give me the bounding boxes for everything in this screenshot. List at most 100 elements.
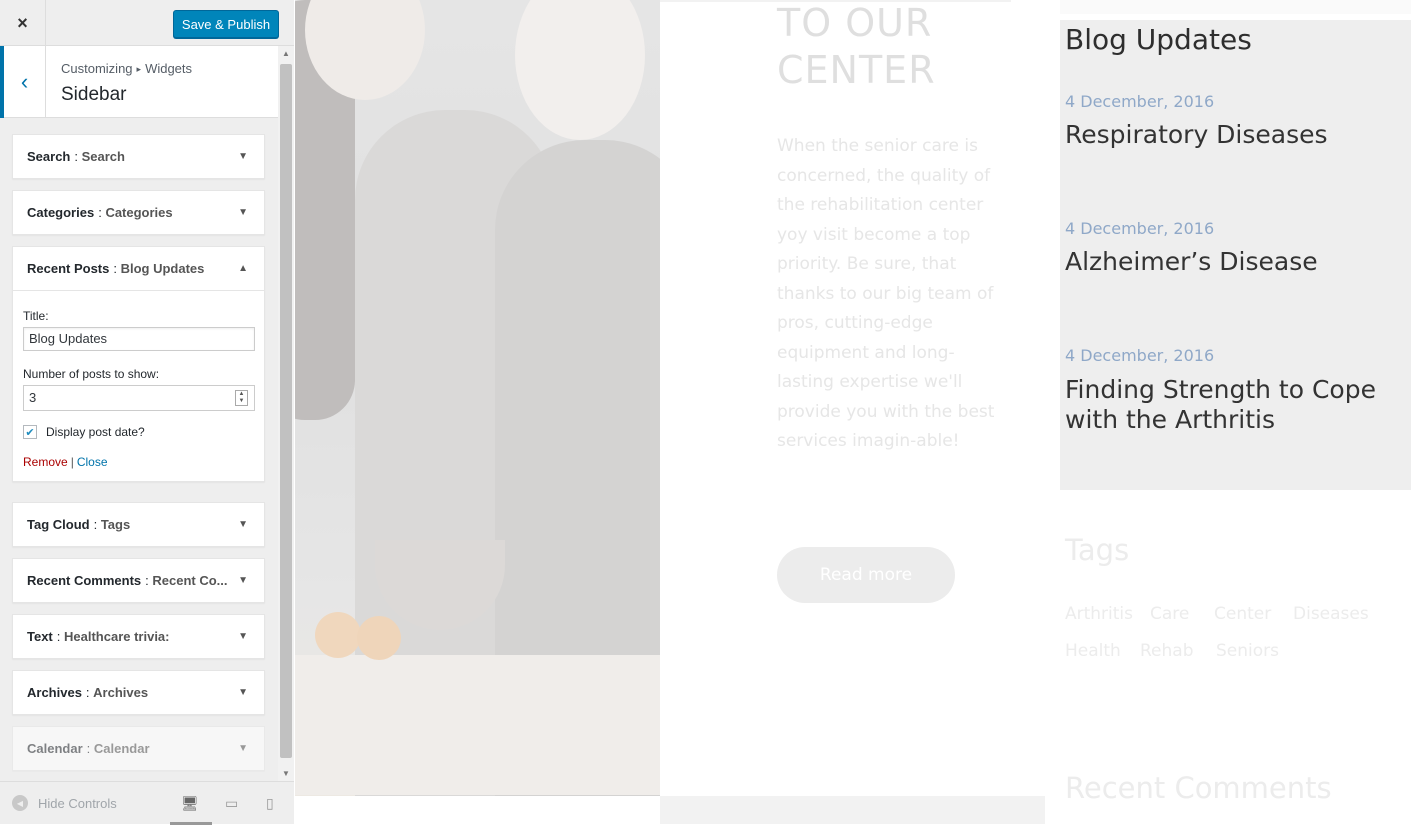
widget-header[interactable]: Recent Comments: Recent Co... ▼ <box>13 559 264 602</box>
collapse-arrow-icon[interactable]: ▲ <box>238 263 248 274</box>
widget-header[interactable]: Search: Search ▼ <box>13 135 264 178</box>
widget-instance-title: Healthcare trivia: <box>64 629 170 644</box>
widget-recent-comments[interactable]: Recent Comments: Recent Co... ▼ <box>12 558 265 603</box>
bottom-photo-strip <box>660 796 1045 824</box>
tag-link[interactable]: Arthritis <box>1065 604 1133 624</box>
expand-arrow-icon[interactable]: ▼ <box>238 519 248 530</box>
title-field-label: Title: <box>23 309 49 323</box>
hide-controls-label: Hide Controls <box>38 795 117 811</box>
tag-link[interactable]: Health <box>1065 641 1121 661</box>
widget-instance-title: Calendar <box>93 741 150 756</box>
breadcrumb-separator-icon: ▸ <box>136 64 142 74</box>
widget-header[interactable]: Archives: Archives ▼ <box>13 671 264 714</box>
post-date: 4 December, 2016 <box>1065 346 1215 365</box>
number-of-posts-label: Number of posts to show: <box>23 367 160 381</box>
recent-posts-widget-preview: Blog Updates 4 December, 2016 Respirator… <box>1060 20 1411 490</box>
display-date-label: Display post date? <box>46 425 145 439</box>
tag-link[interactable]: Care <box>1150 604 1189 624</box>
widget-type: Categories <box>27 205 95 220</box>
expand-arrow-icon[interactable]: ▼ <box>238 151 248 162</box>
widget-instance-title: Search <box>81 149 125 164</box>
sidebar-top-strip <box>1060 0 1411 14</box>
post-date: 4 December, 2016 <box>1065 219 1215 238</box>
tablet-preview-icon[interactable]: ▭ <box>225 795 238 812</box>
close-icon: × <box>17 12 28 33</box>
desktop-preview-icon[interactable]: 🖥 <box>181 795 199 812</box>
widget-search[interactable]: Search: Search ▼ <box>12 134 265 179</box>
hide-controls-button[interactable]: ◀ Hide Controls <box>12 795 117 811</box>
close-customizer-button[interactable]: × <box>0 0 46 46</box>
widget-header[interactable]: Calendar: Calendar ▼ <box>13 727 264 770</box>
expand-arrow-icon[interactable]: ▼ <box>238 743 248 754</box>
widget-categories[interactable]: Categories: Categories ▼ <box>12 190 265 235</box>
welcome-heading: TO OUR CENTER <box>777 0 936 94</box>
title-input[interactable]: Blog Updates <box>23 327 255 351</box>
site-preview: TO OUR CENTER When the senior care is co… <box>295 0 1411 824</box>
actions-separator: | <box>70 455 74 469</box>
welcome-heading-line: TO OUR <box>777 1 933 45</box>
expand-arrow-icon[interactable]: ▼ <box>238 575 248 586</box>
widget-header[interactable]: Recent Posts: Blog Updates ▲ <box>13 247 264 290</box>
customizer-footer: ◀ Hide Controls 🖥 ▭ ▯ <box>0 781 294 825</box>
read-more-button[interactable]: Read more <box>777 547 955 603</box>
tag-link[interactable]: Diseases <box>1293 604 1369 624</box>
widget-calendar[interactable]: Calendar: Calendar ▼ <box>12 726 265 771</box>
panel-scrollbar[interactable]: ▲ ▼ <box>278 46 294 781</box>
widget-type: Calendar <box>27 741 83 756</box>
number-of-posts-value[interactable]: 3 <box>24 386 254 409</box>
scroll-down-icon[interactable]: ▼ <box>282 769 290 778</box>
chevron-left-icon: ‹ <box>20 69 29 94</box>
widget-header[interactable]: Categories: Categories ▼ <box>13 191 264 234</box>
arrow-left-circle-icon: ◀ <box>12 795 28 811</box>
breadcrumb-parent: Widgets <box>145 61 193 76</box>
widget-instance-title: Categories <box>105 205 173 220</box>
display-date-row: ✔ Display post date? <box>23 425 254 439</box>
display-date-checkbox[interactable]: ✔ <box>23 425 37 439</box>
save-publish-button[interactable]: Save & Publish <box>173 10 279 38</box>
widget-header[interactable]: Tag Cloud: Tags ▼ <box>13 503 264 546</box>
breadcrumb-root: Customizing <box>61 61 133 76</box>
close-widget-link[interactable]: Close <box>77 455 108 469</box>
tag-link[interactable]: Rehab <box>1140 641 1194 661</box>
section-title: Sidebar <box>61 84 127 105</box>
customizer-header: × Save & Publish <box>0 0 294 46</box>
widget-text[interactable]: Text: Healthcare trivia: ▼ <box>12 614 265 659</box>
tag-link[interactable]: Center <box>1214 604 1271 624</box>
welcome-paragraph: When the senior care is concerned, the q… <box>777 136 995 451</box>
back-button[interactable]: ‹ <box>0 46 46 118</box>
widget-type: Recent Comments <box>27 573 142 588</box>
widget-type: Text <box>27 629 53 644</box>
post-title-link[interactable]: Respiratory Diseases <box>1065 120 1395 150</box>
widget-type: Tag Cloud <box>27 517 90 532</box>
widget-recent-posts[interactable]: Recent Posts: Blog Updates ▲ Title: Blog… <box>12 246 265 482</box>
scrollbar-thumb[interactable] <box>280 64 292 758</box>
hero-photo <box>295 0 660 796</box>
number-of-posts-stepper[interactable]: 3 ▲ ▼ <box>23 385 255 411</box>
widget-tag-cloud[interactable]: Tag Cloud: Tags ▼ <box>12 502 265 547</box>
widget-archives[interactable]: Archives: Archives ▼ <box>12 670 265 715</box>
expand-arrow-icon[interactable]: ▼ <box>238 631 248 642</box>
widget-form: Title: Blog Updates Number of posts to s… <box>13 290 264 481</box>
widget-type: Search <box>27 149 71 164</box>
scroll-up-icon[interactable]: ▲ <box>282 49 290 58</box>
widget-type: Recent Posts <box>27 261 110 276</box>
widget-instance-title: Blog Updates <box>120 261 205 276</box>
widget-actions: Remove | Close <box>23 455 254 469</box>
widget-type: Archives <box>27 685 82 700</box>
widget-header[interactable]: Text: Healthcare trivia: ▼ <box>13 615 264 658</box>
post-title-link[interactable]: Alzheimer’s Disease <box>1065 247 1395 277</box>
post-title-link[interactable]: Finding Strength to Cope with the Arthri… <box>1065 375 1395 435</box>
remove-widget-link[interactable]: Remove <box>23 455 68 469</box>
expand-arrow-icon[interactable]: ▼ <box>238 687 248 698</box>
post-date: 4 December, 2016 <box>1065 92 1215 111</box>
widget-title: Blog Updates <box>1065 23 1252 56</box>
widget-instance-title: Tags <box>100 517 131 532</box>
recent-comments-widget-title: Recent Comments <box>1065 771 1332 805</box>
widget-instance-title: Recent Co... <box>152 573 228 588</box>
breadcrumb: Customizing ▸ Widgets <box>61 61 192 76</box>
mobile-preview-icon[interactable]: ▯ <box>266 795 274 812</box>
tag-link[interactable]: Seniors <box>1216 641 1279 661</box>
spinner-arrows-icon[interactable]: ▲ ▼ <box>235 390 248 406</box>
expand-arrow-icon[interactable]: ▼ <box>238 207 248 218</box>
tags-widget-title: Tags <box>1065 533 1130 567</box>
